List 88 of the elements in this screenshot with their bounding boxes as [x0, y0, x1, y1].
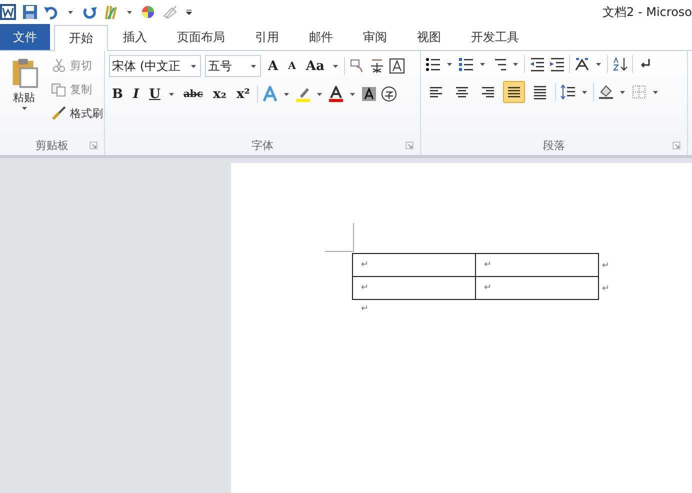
caret-icon[interactable] — [316, 92, 322, 96]
justify-button[interactable] — [503, 81, 525, 103]
font-color-icon[interactable] — [328, 86, 344, 102]
caret-icon[interactable] — [333, 64, 338, 68]
save-icon[interactable] — [22, 4, 38, 20]
distributed-icon — [532, 84, 548, 100]
strikethrough-button[interactable]: abc — [180, 88, 206, 100]
caret-icon[interactable] — [284, 92, 289, 96]
word-logo-icon[interactable] — [0, 4, 16, 20]
caret-icon[interactable] — [68, 10, 73, 14]
paragraph-mark: ↵ — [361, 304, 370, 314]
increase-indent-icon[interactable] — [549, 56, 565, 72]
caret-icon[interactable] — [447, 62, 452, 66]
caret-icon[interactable] — [350, 92, 355, 96]
caret-icon[interactable] — [191, 64, 196, 68]
text-effects-icon[interactable] — [262, 86, 278, 102]
scissors-icon[interactable] — [51, 57, 67, 73]
cut-button[interactable]: 剪切 — [48, 55, 106, 75]
borders-icon[interactable] — [631, 84, 647, 100]
caret-icon[interactable] — [653, 90, 658, 94]
change-case-button[interactable]: Aa — [302, 58, 328, 74]
underline-button[interactable]: U — [146, 86, 164, 102]
copy-button[interactable]: 复制 — [48, 79, 106, 99]
ribbon-tab[interactable]: 插入 — [108, 24, 162, 50]
window-title: 文档2 - Microso — [602, 4, 692, 20]
italic-button[interactable]: I — [130, 86, 142, 102]
align-right-icon — [480, 84, 496, 100]
caret-icon[interactable] — [513, 62, 518, 66]
enclosed-character-icon[interactable] — [380, 86, 397, 102]
table-cell: ↵ — [475, 276, 599, 300]
format-painter-button[interactable]: 格式刷 — [48, 103, 106, 123]
ribbon-tab[interactable]: 视图 — [402, 24, 456, 50]
pencils-icon[interactable] — [103, 4, 119, 20]
superscript-button[interactable]: x² — [233, 86, 253, 102]
chinese-layout-icon[interactable] — [574, 56, 590, 72]
numbering-icon[interactable] — [458, 56, 474, 72]
caret-icon[interactable] — [251, 64, 256, 68]
shrink-font-button[interactable]: A — [285, 60, 299, 72]
character-shading-icon[interactable] — [360, 86, 377, 102]
dialog-launcher-icon[interactable] — [89, 141, 98, 150]
decrease-indent-icon[interactable] — [529, 56, 545, 72]
end-of-row-mark: ↵ — [602, 284, 610, 294]
table-cell: ↵ — [352, 253, 476, 277]
group-label: 剪贴板 — [36, 138, 68, 152]
caret-icon[interactable] — [480, 62, 485, 66]
shading-bucket-icon[interactable] — [598, 84, 614, 100]
sort-icon[interactable] — [612, 56, 628, 72]
ribbon-tab[interactable]: 开始 — [54, 25, 108, 51]
ribbon-tab[interactable]: 审阅 — [348, 24, 402, 50]
line-spacing-icon[interactable] — [560, 84, 576, 100]
grow-font-button[interactable]: A — [265, 58, 282, 74]
justify-icon — [506, 84, 522, 100]
caret-icon[interactable] — [169, 92, 174, 96]
redo-icon[interactable] — [81, 4, 97, 20]
highlighter-icon[interactable] — [294, 86, 311, 102]
ribbon-tab[interactable]: 邮件 — [294, 24, 348, 50]
bold-button[interactable]: B — [109, 86, 126, 102]
pinyin-character-icon[interactable] — [369, 58, 386, 74]
caret-icon[interactable] — [596, 62, 601, 66]
subscript-button[interactable]: x₂ — [210, 86, 230, 102]
caret-icon[interactable] — [127, 10, 132, 14]
group-label: 段落 — [543, 138, 565, 152]
caret-icon[interactable] — [582, 90, 587, 94]
align-left-icon — [428, 84, 444, 100]
character-border-icon[interactable] — [389, 58, 406, 74]
end-of-row-mark: ↵ — [602, 260, 610, 270]
dialog-launcher-icon[interactable] — [672, 141, 681, 150]
paste-button[interactable]: 粘贴 — [4, 55, 44, 135]
ribbon-tab[interactable]: 文件 — [0, 24, 50, 50]
table-cell: ↵ — [352, 276, 476, 300]
ribbon-tab[interactable]: 页面布局 — [162, 24, 240, 50]
color-wheel-icon[interactable] — [140, 4, 156, 20]
ribbon-tab[interactable]: 引用 — [240, 24, 294, 50]
caret-icon[interactable] — [620, 90, 625, 94]
undo-icon[interactable] — [44, 4, 60, 20]
margin-corner-mark — [325, 223, 354, 252]
table-cell: ↵ — [475, 253, 599, 277]
align-center-icon — [454, 84, 470, 100]
caret-icon[interactable] — [22, 107, 26, 110]
font-name-field[interactable]: 宋体 (中文正 — [109, 55, 201, 77]
dialog-launcher-icon[interactable] — [405, 141, 414, 150]
brush-icon[interactable] — [51, 105, 67, 121]
bullets-icon[interactable] — [425, 56, 441, 72]
ribbon-tab[interactable]: 开发工具 — [456, 24, 534, 50]
phonetic-guide-icon[interactable] — [349, 58, 366, 74]
font-size-field[interactable]: 五号 — [205, 55, 261, 77]
copy-icon[interactable] — [51, 81, 67, 97]
group-label: 字体 — [252, 138, 274, 152]
